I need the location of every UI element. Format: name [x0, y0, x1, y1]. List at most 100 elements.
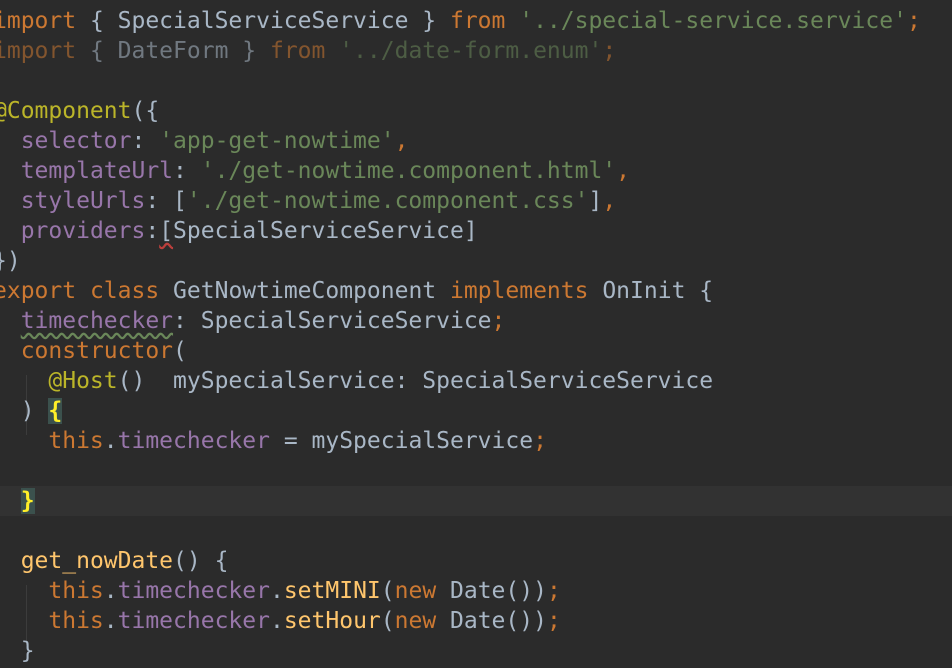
- code-token: this: [48, 578, 104, 604]
- code-line[interactable]: get_nowDate() {: [0, 546, 952, 576]
- code-line[interactable]: providers:[SpecialServiceService]: [0, 216, 952, 246]
- code-line[interactable]: templateUrl: './get-nowtime.component.ht…: [0, 156, 952, 186]
- code-token: () mySpecialService: SpecialServiceServi…: [117, 368, 714, 394]
- code-token: providers: [20, 218, 146, 244]
- code-token: :: [145, 218, 160, 244]
- code-line[interactable]: import { SpecialServiceService } from '.…: [0, 6, 952, 36]
- code-line[interactable]: this.timechecker.setHour(new Date());: [0, 606, 952, 636]
- code-line[interactable]: @Host() mySpecialService: SpecialService…: [0, 366, 952, 396]
- code-token: ]: [588, 188, 603, 214]
- code-token: implements: [450, 278, 589, 304]
- code-editor[interactable]: import { SpecialServiceService } from '.…: [0, 0, 952, 668]
- code-token: get_nowDate: [20, 548, 174, 574]
- code-line[interactable]: import { DateForm } from '../date-form.e…: [0, 36, 952, 66]
- code-token: export: [0, 278, 77, 304]
- code-token: setMINI: [283, 578, 381, 604]
- code-token: .: [103, 608, 118, 634]
- code-token: .: [269, 578, 284, 604]
- code-token: .: [103, 428, 118, 454]
- code-token: this: [48, 608, 104, 634]
- code-line[interactable]: ) {: [0, 396, 952, 426]
- code-token: ;: [546, 578, 561, 604]
- code-token: new: [394, 608, 437, 634]
- code-token: from: [449, 8, 506, 34]
- code-token: ;: [533, 428, 547, 454]
- code-token: class: [89, 278, 160, 304]
- code-token: timechecker: [20, 308, 174, 334]
- code-token: timechecker: [117, 578, 270, 604]
- code-line[interactable]: [0, 516, 952, 546]
- code-token: GetNowtimeComponent: [159, 278, 450, 304]
- code-token: templateUrl: [20, 158, 174, 184]
- code-line[interactable]: styleUrls: ['./get-nowtime.component.css…: [0, 186, 952, 216]
- code-line[interactable]: }: [0, 486, 952, 516]
- code-token: .: [269, 608, 284, 634]
- code-token: styleUrls: [20, 188, 146, 214]
- code-line[interactable]: this.timechecker.setMINI(new Date());: [0, 576, 952, 606]
- code-token: { DateForm }: [76, 38, 270, 64]
- code-token: './get-nowtime.component.html': [200, 158, 617, 184]
- code-token: {: [48, 398, 63, 424]
- code-token: new: [394, 578, 437, 604]
- code-line[interactable]: }: [0, 636, 952, 666]
- code-token: '../special-service.service': [519, 8, 907, 34]
- code-token: ;: [602, 38, 617, 64]
- code-token: 'app-get-nowtime': [159, 128, 395, 154]
- code-token: ): [20, 398, 35, 424]
- code-token: from: [269, 38, 326, 64]
- code-token: Date()): [436, 608, 547, 634]
- code-token: ,: [616, 158, 631, 184]
- code-token: ,: [602, 188, 617, 214]
- code-token: timechecker: [117, 428, 270, 454]
- code-token: ;: [906, 8, 921, 34]
- code-token: OnInit {: [588, 278, 714, 304]
- code-line[interactable]: selector: 'app-get-nowtime',: [0, 126, 952, 156]
- code-token: }): [0, 248, 21, 274]
- code-token: :: [173, 158, 201, 184]
- code-token: () {: [173, 548, 229, 574]
- code-line[interactable]: timechecker: SpecialServiceService;: [0, 306, 952, 336]
- code-token: setHour: [283, 608, 381, 634]
- code-token: [: [159, 218, 174, 244]
- code-token: Date()): [436, 578, 547, 604]
- code-token: SpecialServiceService]: [173, 218, 478, 244]
- code-line[interactable]: [0, 456, 952, 486]
- code-token: @Component: [0, 98, 132, 124]
- code-line[interactable]: this.timechecker = mySpecialService;: [0, 426, 952, 456]
- code-line[interactable]: }): [0, 246, 952, 276]
- code-token: import: [0, 38, 77, 64]
- code-line[interactable]: export class GetNowtimeComponent impleme…: [0, 276, 952, 306]
- code-token: { SpecialServiceService }: [76, 8, 450, 34]
- code-token: }: [20, 638, 35, 664]
- code-line[interactable]: constructor(: [0, 336, 952, 366]
- code-token: (: [380, 608, 395, 634]
- code-token: = mySpecialService: [269, 428, 534, 454]
- code-token: this: [48, 428, 104, 454]
- code-token: constructor: [20, 338, 174, 364]
- code-token: ({: [131, 98, 160, 124]
- code-token: .: [103, 578, 118, 604]
- code-token: (: [173, 338, 187, 364]
- code-token: ;: [546, 608, 561, 634]
- code-token: (: [380, 578, 395, 604]
- code-token: ,: [394, 128, 409, 154]
- code-token: ;: [491, 308, 506, 334]
- code-token: selector: [20, 128, 132, 154]
- code-token: : [: [145, 188, 187, 214]
- code-token: timechecker: [117, 608, 270, 634]
- code-line[interactable]: @Component({: [0, 96, 952, 126]
- code-line[interactable]: [0, 66, 952, 96]
